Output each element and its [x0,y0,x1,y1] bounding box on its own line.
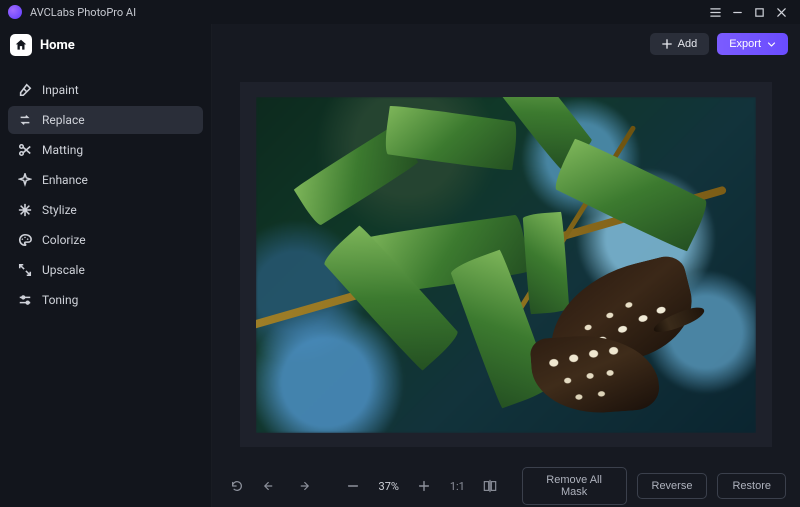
zoom-fit-button[interactable]: 1:1 [446,473,469,499]
sidebar-tool-colorize[interactable]: Colorize [8,226,203,254]
home-button[interactable]: Home [8,30,203,66]
sidebar-tool-replace[interactable]: Replace [8,106,203,134]
remove-all-mask-button[interactable]: Remove All Mask [522,467,627,505]
sidebar-tool-toning[interactable]: Toning [8,286,203,314]
sidebar-tool-label: Upscale [42,263,85,277]
sidebar-tool-label: Inpaint [42,83,79,97]
work-area: Add Export [212,24,800,507]
zoom-percent: 37% [375,480,403,493]
sidebar-tool-stylize[interactable]: Stylize [8,196,203,224]
titlebar: AVCLabs PhotoPro AI [0,0,800,24]
scissors-icon [18,143,32,157]
sliders-icon [18,293,32,307]
tool-list: Inpaint Replace Matting Enhance Stylize Color… [8,76,203,314]
sidebar: Home Inpaint Replace Matting Enhance Stylize… [0,24,212,507]
eraser-icon [18,83,32,97]
redo-button[interactable] [292,473,315,499]
snowflake-icon [18,203,32,217]
sidebar-tool-enhance[interactable]: Enhance [8,166,203,194]
reverse-button[interactable]: Reverse [637,473,708,499]
sidebar-tool-label: Matting [42,143,83,157]
export-button-label: Export [729,38,761,50]
sidebar-tool-label: Colorize [42,233,86,247]
window-minimize-button[interactable] [726,2,748,22]
sparkle-icon [18,173,32,187]
home-icon [10,34,32,56]
compare-button[interactable] [479,473,502,499]
export-button[interactable]: Export [717,33,788,55]
sidebar-tool-label: Replace [42,113,85,127]
sidebar-tool-upscale[interactable]: Upscale [8,256,203,284]
home-label: Home [40,38,75,53]
refresh-button[interactable] [226,473,249,499]
undo-button[interactable] [259,473,282,499]
canvas-wrap [212,64,800,465]
zoom-in-button[interactable] [413,473,436,499]
sidebar-tool-label: Toning [42,293,78,307]
app-logo-icon [8,5,22,19]
window-close-button[interactable] [770,2,792,22]
image-preview[interactable] [256,97,756,433]
add-button-label: Add [678,38,698,50]
swap-icon [18,113,32,127]
window-maximize-button[interactable] [748,2,770,22]
expand-icon [18,263,32,277]
plus-icon [662,39,672,49]
hamburger-menu-button[interactable] [704,2,726,22]
canvas-stage[interactable] [240,82,772,447]
top-toolbar: Add Export [212,24,800,64]
sidebar-tool-label: Stylize [42,203,77,217]
sidebar-tool-inpaint[interactable]: Inpaint [8,76,203,104]
app-title: AVCLabs PhotoPro AI [30,6,136,19]
sidebar-tool-label: Enhance [42,173,88,187]
chevron-down-icon [767,40,776,49]
add-button[interactable]: Add [650,33,710,55]
sidebar-tool-matting[interactable]: Matting [8,136,203,164]
restore-button[interactable]: Restore [717,473,786,499]
zoom-out-button[interactable] [342,473,365,499]
palette-icon [18,233,32,247]
bottom-toolbar: 37% 1:1 Remove All Mask Reverse Restore [212,465,800,507]
